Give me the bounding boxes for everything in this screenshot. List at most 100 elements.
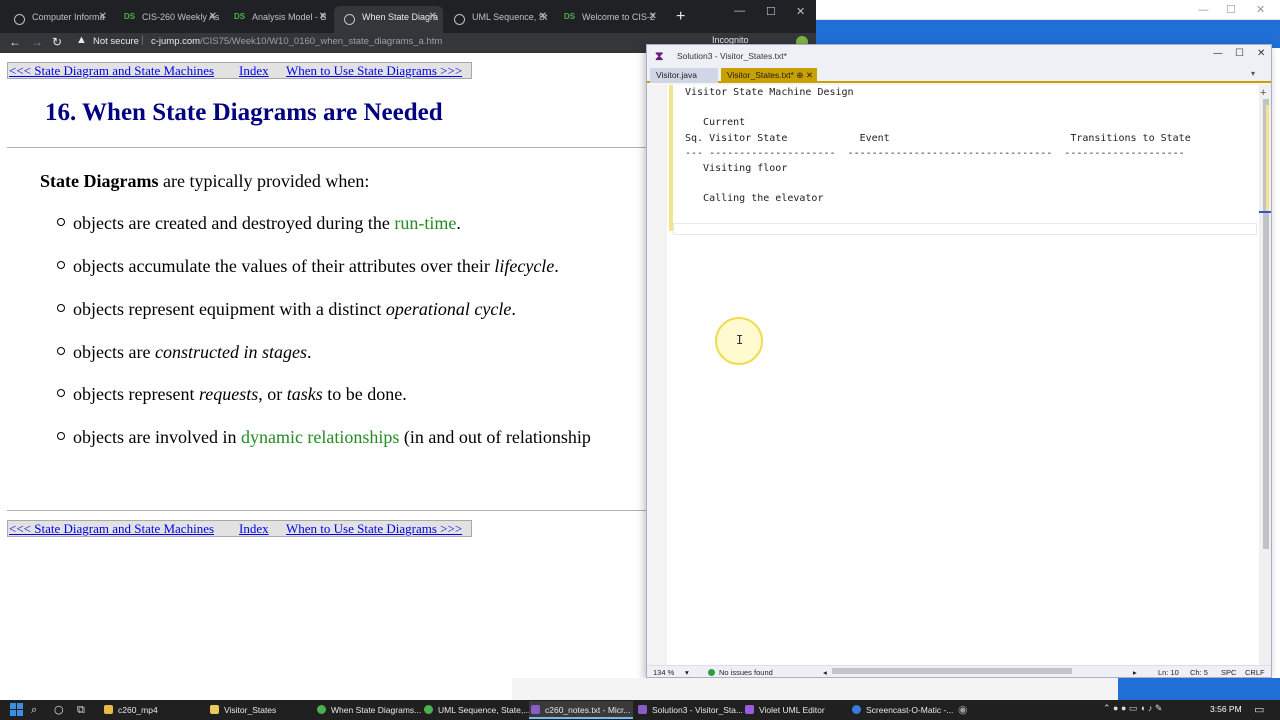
close-icon[interactable]: ✕ (319, 11, 327, 22)
globe-icon (14, 14, 25, 25)
notification-icon[interactable]: ▭ (1254, 703, 1264, 716)
url-text[interactable]: c-jump.com/CIS75/Week10/W10_0160_when_st… (151, 36, 442, 47)
chevron-down-icon[interactable]: ▾ (1251, 69, 1255, 78)
editor-text[interactable]: Visitor State Machine Design Current Sq.… (685, 85, 1191, 222)
code-editor[interactable]: Visitor State Machine Design Current Sq.… (647, 85, 1271, 665)
browser-tab-active[interactable]: When State Diagra ✕ (334, 6, 443, 33)
list-item: objects represent requests, or tasks to … (57, 384, 407, 405)
visual-studio-icon (638, 705, 647, 714)
issues-status[interactable]: No issues found (719, 668, 773, 677)
taskbar-item[interactable]: c260_mp4 (102, 701, 206, 719)
bullet-icon (57, 347, 65, 355)
split-editor-icon[interactable]: + (1260, 87, 1266, 99)
indent-mode[interactable]: SPC (1221, 668, 1236, 677)
back-icon[interactable]: ← (9, 35, 21, 49)
tab-visitor-java[interactable]: Visitor.java (650, 68, 718, 83)
vs-close-button[interactable]: ✕ (1257, 48, 1265, 59)
recording-icon[interactable]: ◉ (958, 703, 968, 716)
maximize-button[interactable]: ☐ (766, 5, 776, 18)
forward-icon[interactable]: → (31, 35, 43, 49)
browser-tab[interactable]: UML Sequence, St ✕ (444, 6, 553, 33)
background-window-titlebar: — ☐ ✕ (816, 0, 1280, 20)
taskbar-item[interactable]: Violet UML Editor (743, 701, 847, 719)
taskbar-item[interactable]: UML Sequence, State,... (422, 701, 530, 719)
taskbar-item[interactable]: Solution3 - Visitor_Sta... (636, 701, 743, 719)
line-ending[interactable]: CRLF (1245, 668, 1265, 677)
ibeam-cursor-icon: I (736, 333, 744, 347)
browser-tab[interactable]: DS Analysis Model - B ✕ (224, 6, 333, 33)
dynamic-relationships-link[interactable]: dynamic relationships (241, 427, 399, 447)
close-icon[interactable]: ✕ (209, 11, 217, 22)
bg-maximize-button[interactable]: ☐ (1226, 3, 1236, 16)
list-item: objects accumulate the values of their a… (57, 256, 559, 277)
bullet-icon (57, 261, 65, 269)
taskbar-item[interactable]: When State Diagrams... (315, 701, 421, 719)
cortana-icon[interactable]: ○ (54, 703, 64, 716)
bg-close-button[interactable]: ✕ (1256, 3, 1265, 16)
tab-visitor-states[interactable]: Visitor_States.txt* ⊕ ✕ (721, 68, 817, 83)
next-page-link[interactable]: When to Use State Diagrams >>> (286, 521, 462, 537)
taskbar-item[interactable]: Screencast-O-Matic -... (850, 701, 954, 719)
close-icon[interactable]: ✕ (649, 11, 657, 22)
browser-tab[interactable]: Computer Informa ✕ (4, 6, 113, 33)
clock[interactable]: 3:56 PM (1210, 704, 1242, 714)
folder-icon (104, 705, 113, 714)
next-page-link[interactable]: When to Use State Diagrams >>> (286, 63, 462, 79)
bg-minimize-button[interactable]: — (1198, 3, 1209, 16)
line-number[interactable]: Ln: 10 (1158, 668, 1179, 677)
close-button[interactable]: ✕ (796, 5, 805, 18)
prev-page-link[interactable]: <<< State Diagram and State Machines (9, 63, 214, 79)
warning-icon[interactable]: ▲ (76, 34, 87, 46)
tab-label: Analysis Model - B (252, 12, 327, 22)
page-title: 16. When State Diagrams are Needed (45, 99, 443, 126)
scroll-right-icon[interactable]: ▸ (1133, 668, 1137, 677)
top-nav-bar: <<< State Diagram and State Machines Ind… (7, 62, 472, 79)
ds-icon: DS (234, 12, 246, 21)
index-link[interactable]: Index (239, 521, 269, 537)
prev-page-link[interactable]: <<< State Diagram and State Machines (9, 521, 214, 537)
run-time-link[interactable]: run-time (394, 213, 456, 233)
new-tab-button[interactable]: + (676, 8, 685, 26)
scrollbar-caret-marker (1259, 211, 1271, 213)
column-number[interactable]: Ch: 5 (1190, 668, 1208, 677)
minimize-button[interactable]: — (734, 5, 745, 17)
horizontal-scrollbar-thumb[interactable] (832, 668, 1072, 674)
taskbar-item[interactable]: Visitor_States (208, 701, 312, 719)
close-icon[interactable]: ✕ (429, 11, 437, 22)
vs-minimize-button[interactable]: — (1213, 48, 1223, 59)
close-icon[interactable]: ✕ (99, 11, 107, 22)
zoom-level[interactable]: 134 % (653, 668, 674, 677)
close-icon[interactable]: ✕ (539, 11, 547, 22)
intro-text: State Diagrams are typically provided wh… (40, 171, 370, 191)
search-icon[interactable]: ⌕ (31, 703, 37, 717)
task-view-icon[interactable]: ⧉ (77, 703, 85, 717)
system-tray[interactable]: ⌃ ● ● ▭ ◖ ♪ ✎ (1103, 703, 1162, 714)
close-icon[interactable]: ✕ (806, 70, 813, 80)
browser-tab[interactable]: DS CIS-260 Weekly As ✕ (114, 6, 223, 33)
globe-icon (344, 14, 355, 25)
chrome-icon (317, 705, 326, 714)
scrollbar-change-marks (1266, 105, 1269, 211)
violet-icon (745, 705, 754, 714)
tab-label: UML Sequence, St (472, 12, 548, 22)
visual-studio-icon: ⧗ (655, 49, 664, 63)
taskbar-item-active[interactable]: c260_notes.txt - Micr... (529, 701, 633, 719)
list-item: objects are constructed in stages. (57, 342, 311, 363)
index-link[interactable]: Index (239, 63, 269, 79)
scroll-left-icon[interactable]: ◂ (823, 668, 827, 677)
address-bar[interactable]: ▲ Not secure | c-jump.com/CIS75/Week10/W… (76, 34, 726, 51)
security-label[interactable]: Not secure (93, 36, 139, 47)
visual-studio-icon (531, 705, 540, 714)
screencast-icon (852, 705, 861, 714)
reload-icon[interactable]: ↻ (52, 35, 62, 49)
browser-tab[interactable]: DS Welcome to CIS-2 ✕ (554, 6, 663, 33)
pin-icon[interactable]: ⊕ (796, 70, 803, 80)
vs-maximize-button[interactable]: ☐ (1235, 48, 1244, 59)
vs-titlebar: ⧗ Solution3 - Visitor_States.txt* — ☐ ✕ (647, 45, 1271, 67)
chevron-down-icon[interactable]: ▾ (685, 668, 689, 677)
bullet-icon (57, 389, 65, 397)
windows-start-icon[interactable] (10, 703, 23, 716)
active-indicator (529, 717, 633, 719)
url-separator: | (141, 35, 144, 46)
bullet-icon (57, 218, 65, 226)
